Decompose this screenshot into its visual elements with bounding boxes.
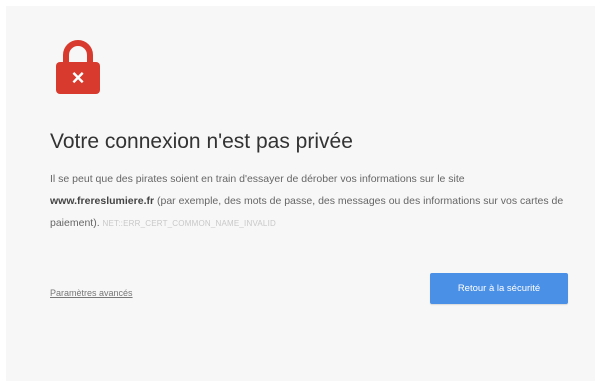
- message-text-start: Il se peut que des pirates soient en tra…: [50, 173, 465, 185]
- interstitial-panel: × Votre connexion n'est pas privée Il se…: [6, 6, 595, 381]
- warning-message: Il se peut que des pirates soient en tra…: [50, 168, 570, 235]
- lock-with-x-icon: ×: [54, 38, 102, 96]
- page-title: Votre connexion n'est pas privée: [50, 130, 353, 153]
- advanced-settings-link[interactable]: Paramètres avancés: [50, 288, 133, 298]
- back-to-safety-button[interactable]: Retour à la sécurité: [430, 273, 568, 304]
- site-domain: www.frereslumiere.fr: [50, 195, 155, 207]
- error-code: NET::ERR_CERT_COMMON_NAME_INVALID: [102, 219, 276, 228]
- lock-x-glyph: ×: [72, 65, 85, 90]
